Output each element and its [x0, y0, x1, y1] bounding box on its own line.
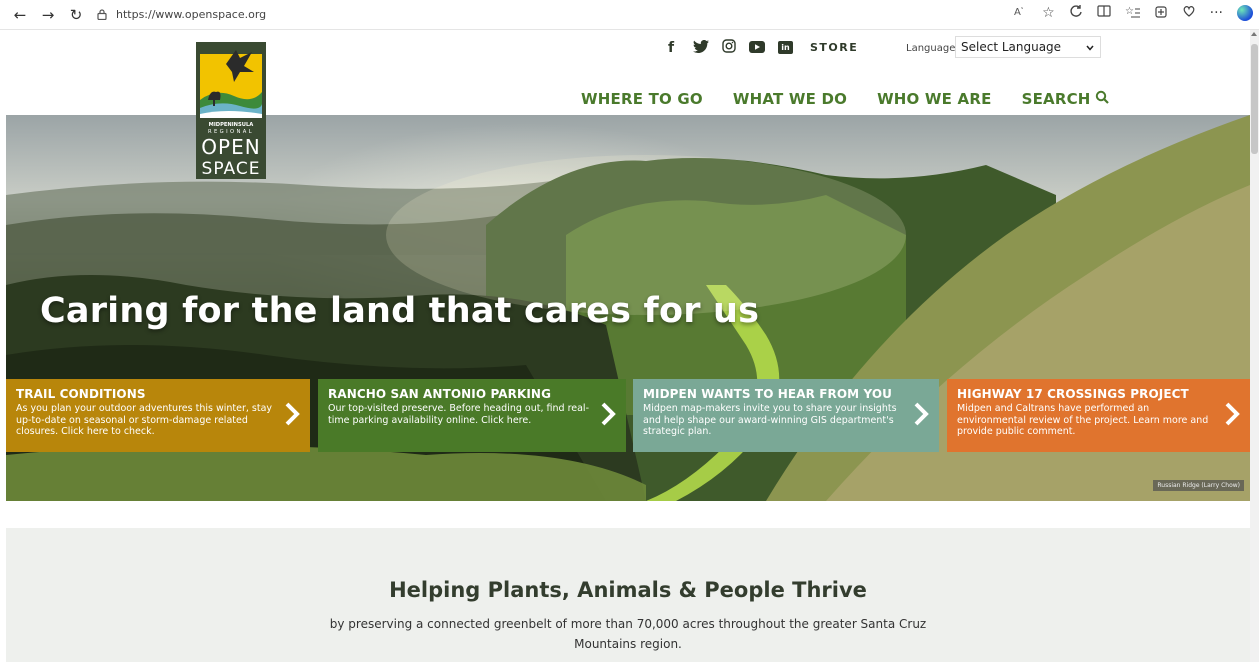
promo-text: Midpen map-makers invite you to share yo…	[643, 403, 897, 437]
intro-heading: Helping Plants, Animals & People Thrive	[389, 578, 867, 602]
twitter-icon[interactable]	[693, 38, 709, 57]
promo-highway-17[interactable]: HIGHWAY 17 CROSSINGS PROJECT Midpen and …	[947, 379, 1250, 452]
scroll-up-arrow-icon[interactable]	[1251, 32, 1257, 36]
svg-text:ˢ: ˢ	[1021, 6, 1023, 13]
refresh-icon: ↻	[69, 5, 83, 24]
favorites-list-icon[interactable]: ☆	[1125, 5, 1140, 22]
back-button[interactable]: ←	[6, 2, 34, 28]
promo-rancho-parking[interactable]: RANCHO SAN ANTONIO PARKING Our top-visit…	[318, 379, 626, 452]
main-navigation: WHERE TO GO WHAT WE DO WHO WE ARE SEARCH	[581, 90, 1109, 108]
logo-line-4: SPACE	[202, 159, 261, 179]
promo-text: Our top-visited preserve. Before heading…	[328, 403, 590, 426]
intro-text: by preserving a connected greenbelt of m…	[329, 617, 927, 651]
language-select[interactable]: Select Language	[955, 36, 1101, 58]
more-menu-icon[interactable]: ···	[1210, 5, 1223, 21]
page-scrollbar[interactable]	[1250, 30, 1259, 662]
site-header: f in STORE Language: Select Language WHE…	[0, 30, 1250, 116]
refresh-button[interactable]: ↻	[62, 2, 90, 28]
language-label: Language:	[906, 43, 959, 54]
nav-who-we-are[interactable]: WHO WE ARE	[877, 90, 992, 108]
photo-credit: Russian Ridge (Larry Chow)	[1153, 480, 1244, 491]
promo-title: TRAIL CONDITIONS	[16, 387, 146, 401]
social-links: f in STORE	[662, 38, 858, 57]
promo-midpen-feedback[interactable]: MIDPEN WANTS TO HEAR FROM YOU Midpen map…	[633, 379, 939, 452]
svg-text:☆: ☆	[1125, 6, 1134, 17]
chevron-right-icon	[601, 402, 616, 426]
store-link[interactable]: STORE	[810, 41, 858, 54]
url-text: https://www.openspace.org	[116, 8, 267, 21]
browser-toolbar: ← → ↻ https://www.openspace.org Aˢ ☆ ☆ ·…	[0, 0, 1259, 30]
instagram-icon[interactable]	[722, 38, 736, 57]
copilot-icon[interactable]	[1237, 5, 1253, 21]
nav-search-label: SEARCH	[1021, 90, 1091, 108]
language-select-value: Select Language	[961, 40, 1062, 54]
chevron-right-icon	[1225, 402, 1240, 426]
youtube-icon[interactable]	[749, 38, 765, 57]
promo-title: HIGHWAY 17 CROSSINGS PROJECT	[957, 387, 1189, 401]
nav-where-to-go[interactable]: WHERE TO GO	[581, 90, 703, 108]
collections-icon[interactable]	[1154, 4, 1168, 22]
promo-title: MIDPEN WANTS TO HEAR FROM YOU	[643, 387, 892, 401]
nav-search[interactable]: SEARCH	[1022, 90, 1109, 108]
chevron-right-icon	[914, 402, 929, 426]
hero-banner: Caring for the land that cares for us TR…	[6, 115, 1250, 501]
back-arrow-icon: ←	[13, 5, 27, 24]
site-logo[interactable]: MIDPENINSULA REGIONAL OPEN SPACE	[196, 42, 266, 179]
promo-text: Midpen and Caltrans have performed an en…	[957, 403, 1209, 437]
intro-section: Helping Plants, Animals & People Thrive …	[6, 528, 1250, 662]
search-icon	[1095, 90, 1109, 108]
address-bar[interactable]: https://www.openspace.org	[96, 4, 286, 26]
facebook-icon[interactable]: f	[662, 40, 680, 56]
chevron-down-icon	[1086, 40, 1094, 54]
lock-icon	[96, 9, 108, 21]
logo-line-3: OPEN	[201, 135, 260, 159]
logo-line-1: MIDPENINSULA	[209, 122, 254, 128]
promo-trail-conditions[interactable]: TRAIL CONDITIONS As you plan your outdoo…	[6, 379, 310, 452]
nav-what-we-do[interactable]: WHAT WE DO	[733, 90, 847, 108]
promo-title: RANCHO SAN ANTONIO PARKING	[328, 387, 552, 401]
forward-arrow-icon: →	[41, 5, 55, 24]
browser-essentials-icon[interactable]	[1182, 4, 1196, 22]
favorite-star-icon[interactable]: ☆	[1042, 5, 1055, 21]
forward-button[interactable]: →	[34, 2, 62, 28]
split-screen-icon[interactable]	[1097, 5, 1111, 21]
promo-text: As you plan your outdoor adventures this…	[16, 403, 273, 437]
hero-title: Caring for the land that cares for us	[40, 291, 760, 331]
read-aloud-icon[interactable]: Aˢ	[1014, 5, 1028, 21]
linkedin-icon[interactable]: in	[778, 41, 793, 54]
chevron-right-icon	[285, 402, 300, 426]
svg-text:A: A	[1014, 7, 1021, 17]
scroll-thumb[interactable]	[1251, 44, 1258, 154]
extension-refresh-icon[interactable]	[1069, 4, 1083, 22]
